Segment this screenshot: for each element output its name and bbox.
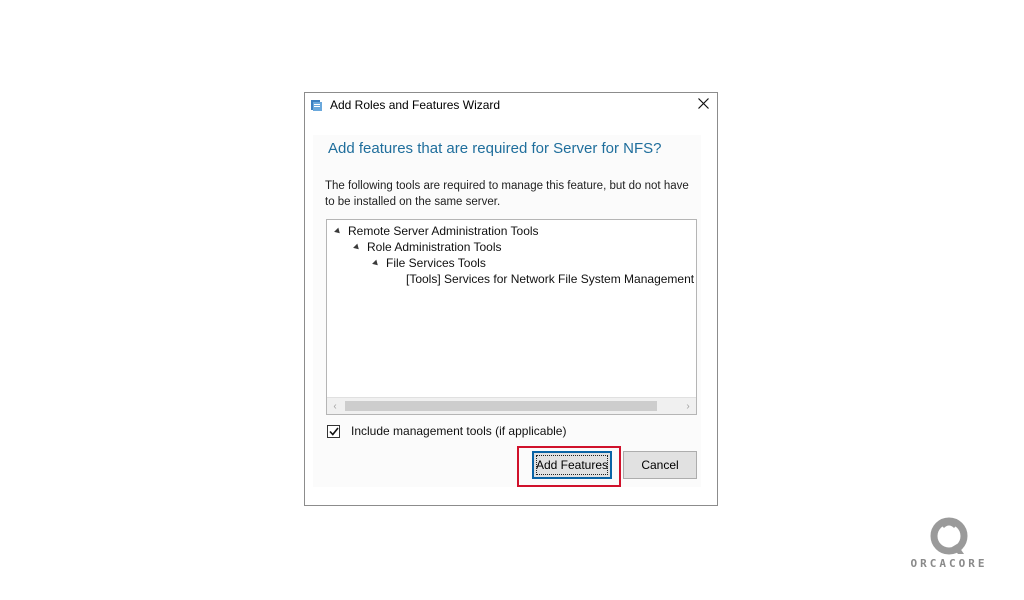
expand-arrow-icon[interactable] [334,227,342,235]
tree-item-file-services-tools[interactable]: File Services Tools [372,255,486,271]
tree-item-role-admin-tools[interactable]: Role Administration Tools [353,239,502,255]
wizard-app-icon [310,98,324,112]
orcacore-logo-icon [930,517,968,555]
close-button[interactable] [689,93,717,117]
include-tools-option[interactable]: Include management tools (if applicable) [327,424,566,438]
add-roles-features-dialog: Add Roles and Features Wizard Add featur… [304,92,718,506]
required-features-tree[interactable]: Remote Server Administration Tools Role … [326,219,697,415]
window-title: Add Roles and Features Wizard [330,98,501,112]
horizontal-scrollbar[interactable]: ‹ › [327,397,696,414]
close-icon [697,96,709,114]
watermark-text: ORCACORE [910,557,988,570]
tree-item-label: [Tools] Services for Network File System… [406,272,697,286]
orcacore-watermark: ORCACORE [902,514,996,574]
tree-item-label: File Services Tools [386,256,486,270]
dialog-heading: Add features that are required for Serve… [328,140,662,157]
tree-item-label: Role Administration Tools [367,240,502,254]
checkmark-icon [328,427,339,436]
title-bar: Add Roles and Features Wizard [305,93,717,119]
include-tools-label: Include management tools (if applicable) [351,424,567,438]
cancel-label: Cancel [641,458,679,472]
include-tools-checkbox[interactable] [327,424,340,438]
add-features-button[interactable]: Add Features [532,451,612,479]
scroll-right-icon[interactable]: › [680,398,696,414]
expand-arrow-icon[interactable] [353,243,361,251]
focus-indicator [536,455,608,475]
expand-arrow-icon[interactable] [372,259,380,267]
scroll-left-icon[interactable]: ‹ [327,398,343,414]
scrollbar-thumb[interactable] [345,401,657,411]
tree-item-label: Remote Server Administration Tools [348,224,539,238]
cancel-button[interactable]: Cancel [623,451,697,479]
dialog-description: The following tools are required to mana… [325,180,689,208]
tree-item-remote-server-admin-tools[interactable]: Remote Server Administration Tools [334,223,539,239]
tree-item-nfs-management-tools[interactable]: [Tools] Services for Network File System… [406,271,697,287]
